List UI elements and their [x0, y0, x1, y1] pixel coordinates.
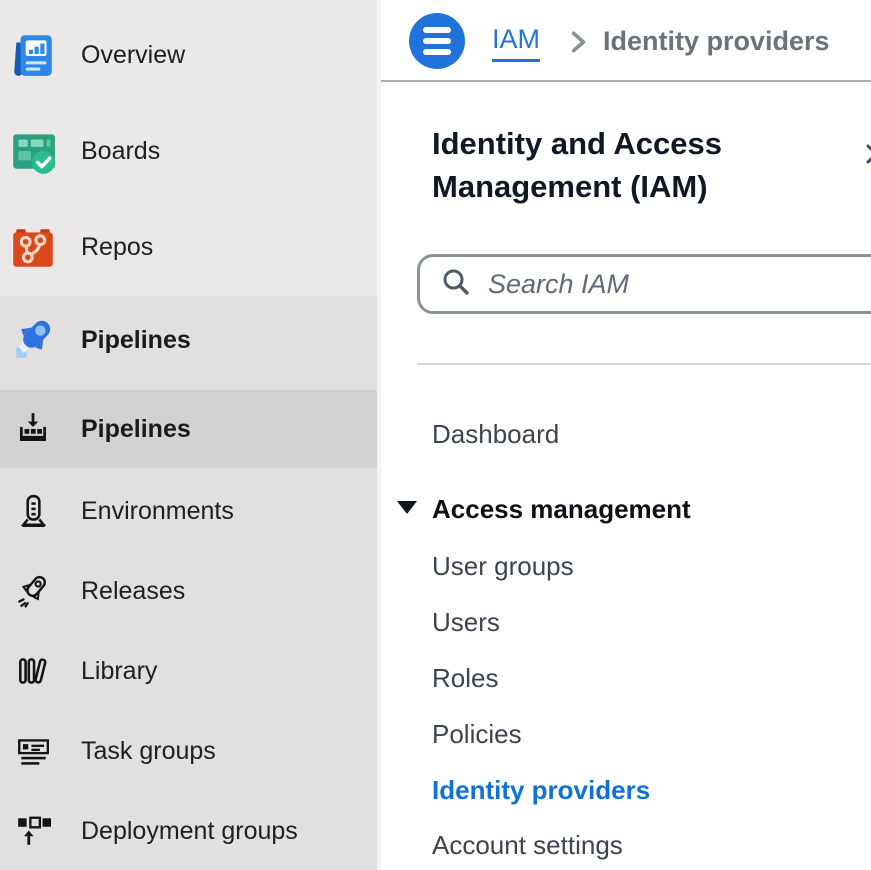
- sidebar-item-deployment-groups[interactable]: Deployment groups: [0, 792, 378, 870]
- sidebar-item-label: Pipelines: [81, 326, 191, 355]
- sidebar-item-label: Repos: [81, 233, 153, 262]
- sidebar-item-pipelines[interactable]: Pipelines: [0, 391, 378, 467]
- sidebar-item-label: Releases: [81, 577, 185, 606]
- nav-item-user-groups[interactable]: User groups: [432, 551, 574, 581]
- releases-icon: [0, 573, 66, 609]
- pipelines-icon: [0, 411, 66, 447]
- task-groups-icon: [0, 733, 66, 769]
- chevron-right-icon: [565, 28, 591, 61]
- hamburger-menu-icon: [423, 27, 451, 33]
- breadcrumb-iam-link[interactable]: IAM: [492, 24, 540, 62]
- sidebar-item-library[interactable]: Library: [0, 632, 378, 710]
- nav-item-roles[interactable]: Roles: [432, 663, 498, 693]
- nav-item-identity-providers[interactable]: Identity providers: [432, 775, 650, 805]
- sidebar-item-label: Library: [81, 657, 157, 686]
- iam-panel-header: IAM Identity providers: [381, 0, 871, 82]
- page-title: Identity and Access Management (IAM): [432, 122, 792, 208]
- hamburger-menu-button[interactable]: [409, 13, 465, 69]
- close-icon[interactable]: [865, 143, 871, 170]
- sidebar-item-boards[interactable]: Boards: [0, 114, 378, 188]
- nav-item-policies[interactable]: Policies: [432, 719, 522, 749]
- environments-icon: [0, 493, 66, 529]
- overview-icon: [0, 30, 66, 80]
- iam-panel: IAM Identity providers Identity and Acce…: [381, 0, 871, 870]
- sidebar-item-label: Boards: [81, 137, 160, 166]
- boards-icon: [0, 126, 66, 176]
- nav-item-account-settings[interactable]: Account settings: [432, 830, 623, 860]
- sidebar-item-releases[interactable]: Releases: [0, 552, 378, 630]
- search-icon: [440, 266, 472, 303]
- sidebar-item-repos[interactable]: Repos: [0, 210, 378, 284]
- sidebar-item-label: Deployment groups: [81, 817, 298, 846]
- search-placeholder: Search IAM: [488, 269, 629, 300]
- sidebar-item-overview[interactable]: Overview: [0, 18, 378, 92]
- sidebar-item-label: Overview: [81, 41, 185, 70]
- nav-section-access-management[interactable]: Access management: [432, 494, 691, 524]
- sidebar-item-pipelines-hub[interactable]: Pipelines: [0, 302, 378, 378]
- sidebar-item-environments[interactable]: Environments: [0, 472, 378, 550]
- library-icon: [0, 653, 66, 689]
- nav-item-users[interactable]: Users: [432, 607, 500, 637]
- pipelines-hub-icon: [0, 315, 66, 365]
- breadcrumb-current: Identity providers: [603, 26, 830, 57]
- nav-item-dashboard[interactable]: Dashboard: [432, 419, 559, 449]
- divider: [417, 363, 871, 365]
- sidebar-item-label: Task groups: [81, 737, 216, 766]
- search-input[interactable]: Search IAM: [417, 254, 871, 314]
- triangle-down-icon[interactable]: [397, 501, 417, 514]
- repos-icon: [0, 222, 66, 272]
- deployment-groups-icon: [0, 813, 66, 849]
- sidebar-item-task-groups[interactable]: Task groups: [0, 712, 378, 790]
- sidebar-item-label: Pipelines: [81, 415, 191, 444]
- sidebar-item-label: Environments: [81, 497, 234, 526]
- sidebar: Overview Boards: [0, 0, 381, 870]
